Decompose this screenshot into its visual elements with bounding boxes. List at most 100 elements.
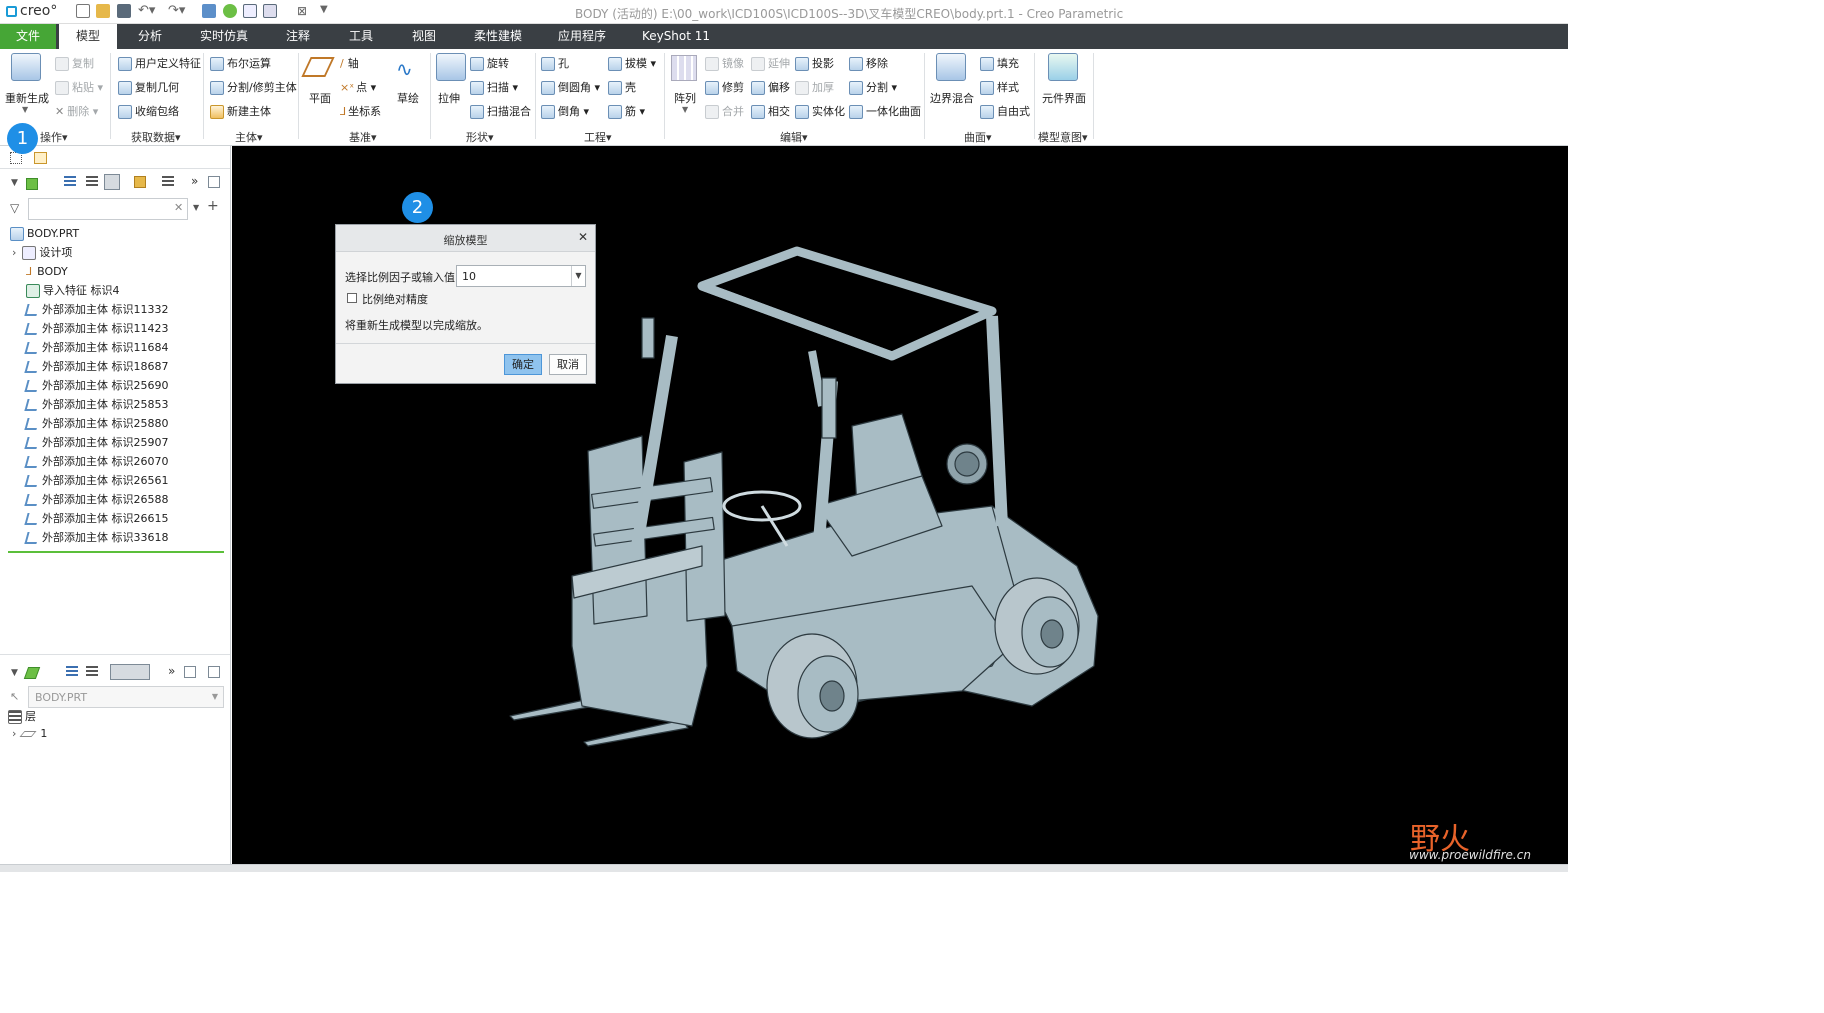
plane-button[interactable]: 平面 xyxy=(309,90,331,106)
copy-button[interactable]: 复制 xyxy=(55,55,94,71)
tree-item-external-body[interactable]: 外部添加主体 标识25690 xyxy=(24,376,169,395)
tab-tools[interactable]: 工具 xyxy=(337,24,385,49)
collapse-layers-icon[interactable] xyxy=(86,666,98,678)
group-operations[interactable]: 操作▾ xyxy=(40,129,68,145)
tree-item-external-body[interactable]: 外部添加主体 标识25907 xyxy=(24,433,169,452)
regenerate-button[interactable]: 重新生成 xyxy=(5,90,49,106)
solidify-button[interactable]: 实体化 xyxy=(795,103,845,119)
tree-item-external-body[interactable]: 外部添加主体 标识26070 xyxy=(24,452,169,471)
show-icon[interactable] xyxy=(134,176,146,188)
absolute-accuracy-checkbox[interactable] xyxy=(347,293,357,303)
tab-analysis[interactable]: 分析 xyxy=(126,24,174,49)
layer-settings-icon[interactable] xyxy=(208,666,220,678)
new-body-button[interactable]: 新建主体 xyxy=(210,103,271,119)
group-shapes[interactable]: 形状▾ xyxy=(466,129,494,145)
merge-button[interactable]: 合并 xyxy=(705,103,744,119)
extend-button[interactable]: 延伸 xyxy=(751,55,790,71)
tab-flexible-modeling[interactable]: 柔性建模 xyxy=(466,24,530,49)
tab-keyshot[interactable]: KeyShot 11 xyxy=(636,24,716,49)
boolean-button[interactable]: 布尔运算 xyxy=(210,55,271,71)
customize-toolbar-icon[interactable]: ▼ xyxy=(320,4,328,15)
scale-factor-value[interactable]: 10 xyxy=(462,270,476,283)
style-button[interactable]: 样式 xyxy=(980,79,1019,95)
draft-button[interactable]: 拔模 ▾ xyxy=(608,55,656,71)
expand-arrow-icon[interactable]: › xyxy=(12,246,16,259)
clear-search-icon[interactable]: ✕ xyxy=(174,201,183,214)
tree-item-import[interactable]: 导入特征 标识4 xyxy=(26,281,120,300)
redo-icon[interactable]: ↷▾ xyxy=(168,3,185,18)
insert-indicator[interactable] xyxy=(8,551,224,553)
open-folder-icon[interactable] xyxy=(96,4,110,18)
group-surfaces[interactable]: 曲面▾ xyxy=(964,129,992,145)
dialog-close-icon[interactable]: ✕ xyxy=(578,230,588,244)
extrude-button[interactable]: 拉伸 xyxy=(438,90,460,106)
sweep-button[interactable]: 扫描 ▾ xyxy=(470,79,518,95)
regenerate-icon[interactable] xyxy=(202,4,216,18)
trim-button[interactable]: 修剪 xyxy=(705,79,744,95)
tree-item-external-body[interactable]: 外部添加主体 标识11684 xyxy=(24,338,169,357)
fill-button[interactable]: 填充 xyxy=(980,55,1019,71)
regenerate-manager-icon[interactable] xyxy=(223,4,237,18)
tree-item-external-body[interactable]: 外部添加主体 标识26561 xyxy=(24,471,169,490)
tab-applications[interactable]: 应用程序 xyxy=(550,24,614,49)
round-button[interactable]: 倒圆角 ▾ xyxy=(541,79,600,95)
tab-model[interactable]: 模型 xyxy=(59,24,117,49)
thicken-button[interactable]: 加厚 xyxy=(795,79,834,95)
expand-layers-icon[interactable] xyxy=(66,666,78,678)
chevron-down-icon[interactable]: ▼ xyxy=(571,266,585,286)
more-layer-options-icon[interactable]: » xyxy=(168,664,175,678)
point-button[interactable]: ×ˣ 点 ▾ xyxy=(340,79,376,95)
sketch-button[interactable]: 草绘 xyxy=(397,90,419,106)
paste-button[interactable]: 粘贴 ▾ xyxy=(55,79,103,95)
tree-search-input[interactable] xyxy=(28,198,188,220)
group-body[interactable]: 主体▾ xyxy=(235,129,263,145)
dialog-header[interactable]: 缩放模型 ✕ xyxy=(336,225,595,252)
tab-file[interactable]: 文件 xyxy=(0,24,56,49)
tree-columns-icon[interactable] xyxy=(104,174,120,190)
regenerate-dropdown-icon[interactable]: ▼ xyxy=(22,105,28,114)
filter-icon[interactable]: ▽ xyxy=(10,201,19,215)
expand-arrow-icon[interactable]: › xyxy=(12,727,16,740)
group-get-data[interactable]: 获取数据▾ xyxy=(131,129,181,145)
pattern-button[interactable]: 阵列 xyxy=(674,90,696,106)
revolve-button[interactable]: 旋转 xyxy=(470,55,509,71)
axis-button[interactable]: / 轴 xyxy=(340,55,359,71)
windows-icon[interactable] xyxy=(243,4,257,18)
tree-item-design-items[interactable]: › 设计项 xyxy=(12,243,72,262)
pattern-dropdown-icon[interactable]: ▼ xyxy=(682,105,688,114)
tree-item-external-body[interactable]: 外部添加主体 标识25853 xyxy=(24,395,169,414)
close-window-icon[interactable]: ⊠ xyxy=(297,4,307,18)
layer-display-dropdown-icon[interactable]: ▼ xyxy=(11,668,18,678)
tree-item-external-body[interactable]: 外部添加主体 标识25880 xyxy=(24,414,169,433)
copy-geometry-button[interactable]: 复制几何 xyxy=(118,79,179,95)
tree-item-external-body[interactable]: 外部添加主体 标识33618 xyxy=(24,528,169,547)
tree-item-external-body[interactable]: 外部添加主体 标识18687 xyxy=(24,357,169,376)
tree-item-external-body[interactable]: 外部添加主体 标识11423 xyxy=(24,319,169,338)
tree-item-external-body[interactable]: 外部添加主体 标识11332 xyxy=(24,300,169,319)
regenerate-icon[interactable] xyxy=(11,53,41,81)
freestyle-button[interactable]: 自由式 xyxy=(980,103,1030,119)
shrinkwrap-button[interactable]: 收缩包络 xyxy=(118,103,179,119)
ok-button[interactable]: 确定 xyxy=(504,354,542,375)
undo-icon[interactable]: ↶▾ xyxy=(138,3,155,18)
group-model-intent[interactable]: 模型意图▾ xyxy=(1038,129,1088,145)
layer-model-select[interactable]: BODY.PRT ▼ xyxy=(28,686,224,708)
expand-tree-icon[interactable] xyxy=(64,176,76,188)
tree-item-external-body[interactable]: 外部添加主体 标识26588 xyxy=(24,490,169,509)
tree-filters-icon[interactable] xyxy=(162,176,174,188)
layer-properties-icon[interactable] xyxy=(184,666,196,678)
scale-factor-combobox[interactable]: 10 ▼ xyxy=(456,265,586,287)
split-trim-body-button[interactable]: 分割/修剪主体 xyxy=(210,79,297,95)
tab-view[interactable]: 视图 xyxy=(400,24,448,49)
hole-button[interactable]: 孔 xyxy=(541,55,569,71)
unify-surfaces-button[interactable]: 一体化曲面 xyxy=(849,103,921,119)
more-options-icon[interactable]: » xyxy=(191,174,198,188)
component-interface-button[interactable]: 元件界面 xyxy=(1042,90,1086,106)
csys-button[interactable]: ⅃ 坐标系 xyxy=(340,103,381,119)
tree-display-dropdown-icon[interactable]: ▼ xyxy=(11,178,18,188)
tree-root[interactable]: BODY.PRT xyxy=(10,224,79,243)
group-engineering[interactable]: 工程▾ xyxy=(584,129,612,145)
project-button[interactable]: 投影 xyxy=(795,55,834,71)
layer-tree-icon[interactable] xyxy=(23,667,41,679)
tree-item-external-body[interactable]: 外部添加主体 标识26615 xyxy=(24,509,169,528)
